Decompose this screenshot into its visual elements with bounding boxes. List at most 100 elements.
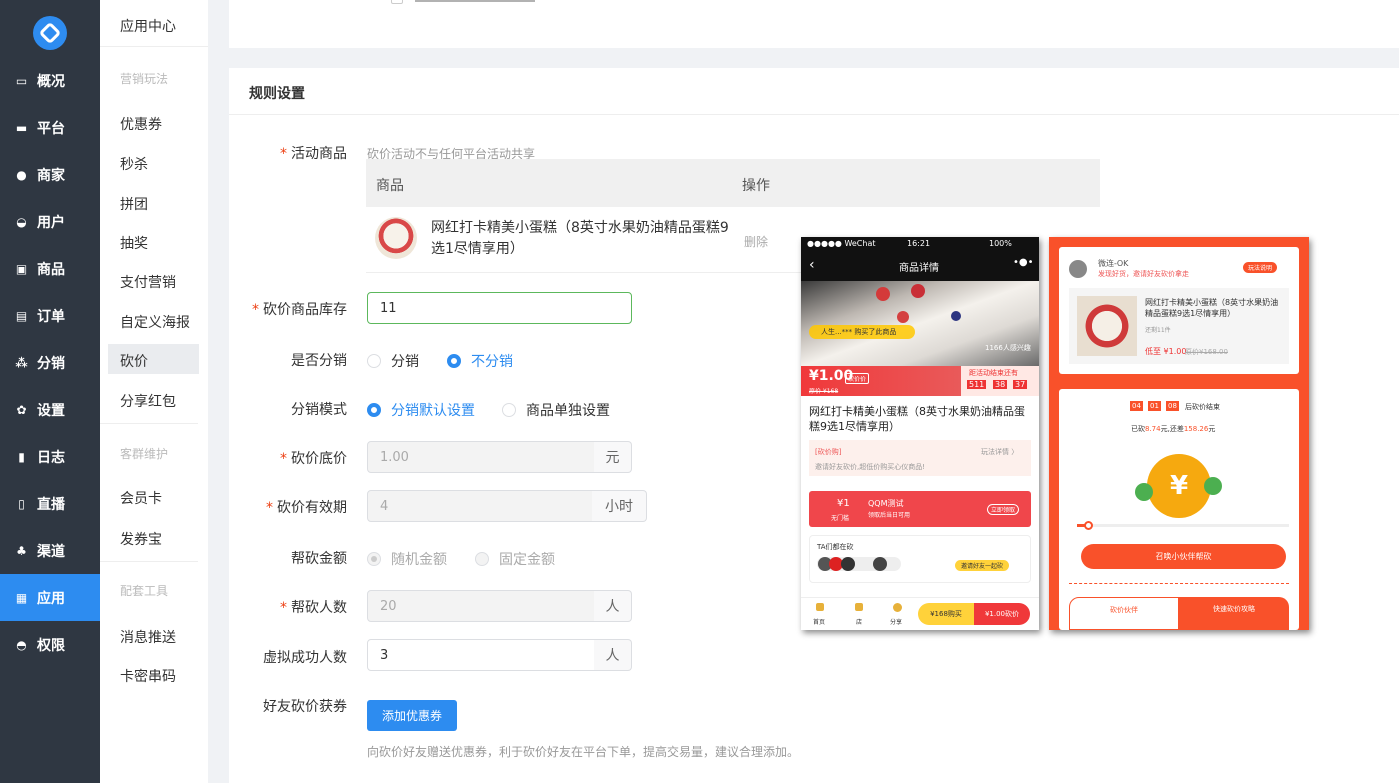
nav-label: 分销 [37, 355, 65, 372]
floor-input[interactable]: 1.00 [367, 441, 595, 473]
nav-item-11[interactable]: ▦ 应用 [0, 574, 100, 621]
valid-unit: 小时 [592, 490, 647, 522]
coin-icon: ¥ [1147, 454, 1211, 518]
lock-icon: ◓ [16, 637, 27, 652]
coupon-claim-button[interactable]: 立即领取 [987, 504, 1020, 515]
rule-text: 邀请好友砍价,超低价购买心仪商品! [815, 463, 926, 471]
floor-label: * 砍价底价 [280, 451, 347, 467]
distrib-no-radio[interactable]: 不分销 [447, 351, 513, 371]
product-name: 网红打卡精美小蛋糕（8英寸水果奶油精品蛋糕9选1尽情享用） [431, 220, 729, 257]
sub-cat-customer: 客群维护 [120, 447, 169, 461]
buyer-ticker: 人生...*** 购买了此商品 [821, 328, 897, 336]
nav-label: 商家 [37, 167, 65, 184]
coupon-cond: 无门槛 [831, 515, 850, 522]
sub-item-marketing-0[interactable]: 优惠券 [120, 114, 162, 134]
tab-guide[interactable]: 快速砍价攻略 [1179, 597, 1289, 630]
sub-item-customer-0[interactable]: 会员卡 [120, 488, 162, 508]
nav-item-6[interactable]: ⁂ 分销 [0, 339, 100, 386]
th-product: 商品 [376, 178, 404, 194]
store-icon: ● [16, 167, 27, 182]
section-title: 规则设置 [249, 86, 305, 102]
p2-cd-mins: 01 [1148, 401, 1161, 411]
price-tag: 砍价价 [845, 373, 870, 384]
nav-item-9[interactable]: ▯ 直播 [0, 480, 100, 527]
sub-item-marketing-7[interactable]: 分享红包 [120, 391, 176, 411]
sub-item-marketing-3[interactable]: 抽奖 [120, 233, 148, 253]
progress-text: 已砍8.74元,还差158.26元 [1131, 425, 1216, 433]
valid-input[interactable]: 4 [367, 490, 593, 522]
stock-input[interactable]: 11 [367, 292, 632, 324]
product-thumb [375, 217, 417, 259]
nav-item-12[interactable]: ◓ 权限 [0, 621, 100, 668]
bargain-progress [1077, 521, 1289, 530]
back-icon[interactable]: ‹ [809, 257, 815, 273]
sub-item-app-center[interactable]: 应用中心 [120, 16, 176, 36]
add-coupon-button[interactable]: 添加优惠券 [367, 700, 457, 731]
invite-button[interactable]: 邀请好友一起砍 [955, 560, 1010, 571]
nav-item-1[interactable]: ▬ 平台 [0, 104, 100, 151]
virtual-unit: 人 [594, 639, 632, 671]
sub-item-marketing-1[interactable]: 秒杀 [120, 154, 148, 174]
valid-label: * 砍价有效期 [266, 500, 347, 516]
orig-price: 原价 ¥168 [809, 388, 839, 395]
nav-item-7[interactable]: ✿ 设置 [0, 386, 100, 433]
tab-home[interactable]: 首页 [813, 617, 825, 626]
buy-button[interactable]: ¥168购买 [918, 603, 974, 625]
bargain-button[interactable]: ¥1.00砍价 [974, 603, 1030, 625]
user-name: 微连-OK [1098, 259, 1129, 268]
sub-item-marketing-6[interactable]: 砍价 [120, 351, 148, 371]
app-logo[interactable] [33, 16, 67, 50]
mode-default-radio[interactable]: 分销默认设置 [367, 400, 475, 420]
tree-icon: ⁂ [15, 355, 28, 370]
nav-label: 日志 [37, 449, 65, 466]
sub-item-marketing-2[interactable]: 拼团 [120, 194, 148, 214]
goods-icon: ▣ [15, 261, 28, 276]
helpers-input[interactable]: 20 [367, 590, 595, 622]
nav-item-8[interactable]: ▮ 日志 [0, 433, 100, 480]
cd-mins: 38 [993, 380, 1008, 389]
nav-label: 应用 [37, 590, 65, 607]
amount-random-radio[interactable]: 随机金额 [367, 549, 447, 569]
rule-detail-link[interactable]: 玩法详情 〉 [981, 447, 1018, 457]
nav-label: 平台 [37, 120, 65, 137]
call-friends-button[interactable]: 召唤小伙伴帮砍 [1081, 544, 1286, 569]
tab-partners[interactable]: 砍价伙伴 [1069, 597, 1179, 630]
nav-label: 商品 [37, 261, 65, 278]
tab-share[interactable]: 分享 [890, 617, 902, 626]
nav-label: 设置 [37, 402, 65, 419]
rules-button[interactable]: 玩法说明 [1243, 262, 1278, 273]
tab-shop[interactable]: 店 [856, 617, 862, 626]
main-sidebar: ▭ 概况 ▬ 平台 ● 商家 ◒ 用户 ▣ 商品 ▤ 订单 ⁂ 分销 ✿ 设置 ▮ 日志 ▯ 直播 ♣ 渠道 ▦ 应用 ◓ 权限 [0, 0, 100, 783]
invite-text: 发现好货，邀请好友砍价拿走 [1098, 270, 1189, 278]
nav-item-2[interactable]: ● 商家 [0, 151, 100, 198]
phone1-title: 商品详情 [899, 263, 939, 274]
sub-item-tools-1[interactable]: 卡密串码 [120, 666, 176, 686]
phone2-stock: 还剩11件 [1145, 327, 1171, 334]
sub-cat-tools: 配套工具 [120, 584, 169, 598]
mode-label: 分销模式 [291, 402, 347, 418]
gear-icon: ✿ [16, 402, 27, 417]
mode-single-radio[interactable]: 商品单独设置 [502, 400, 610, 420]
delete-link[interactable]: 删除 [744, 233, 768, 250]
nav-item-5[interactable]: ▤ 订单 [0, 292, 100, 339]
nav-item-10[interactable]: ♣ 渠道 [0, 527, 100, 574]
sub-item-marketing-4[interactable]: 支付营销 [120, 272, 176, 292]
cd-hours: 511 [967, 380, 987, 389]
virtual-input[interactable]: 3 [367, 639, 595, 671]
order-icon: ▤ [15, 308, 28, 323]
distrib-yes-radio[interactable]: 分销 [367, 351, 419, 371]
countdown-label: 距活动结束还有 [969, 369, 1018, 377]
nav-item-3[interactable]: ◒ 用户 [0, 198, 100, 245]
nav-item-4[interactable]: ▣ 商品 [0, 245, 100, 292]
nav-item-0[interactable]: ▭ 概况 [0, 57, 100, 104]
th-action: 操作 [742, 178, 770, 194]
helpers-unit: 人 [594, 590, 632, 622]
sub-item-customer-1[interactable]: 发券宝 [120, 529, 162, 549]
more-icon[interactable]: •●• [1013, 257, 1034, 268]
sub-item-tools-0[interactable]: 消息推送 [120, 627, 176, 647]
main-nav: ▭ 概况 ▬ 平台 ● 商家 ◒ 用户 ▣ 商品 ▤ 订单 ⁂ 分销 ✿ 设置 ▮ 日志 ▯ 直播 ♣ 渠道 ▦ 应用 ◓ 权限 [0, 57, 100, 668]
amount-fixed-radio[interactable]: 固定金额 [475, 549, 555, 569]
sub-item-marketing-5[interactable]: 自定义海报 [120, 312, 190, 332]
virtual-label: 虚拟成功人数 [263, 650, 347, 666]
live-icon: ▯ [18, 496, 25, 511]
